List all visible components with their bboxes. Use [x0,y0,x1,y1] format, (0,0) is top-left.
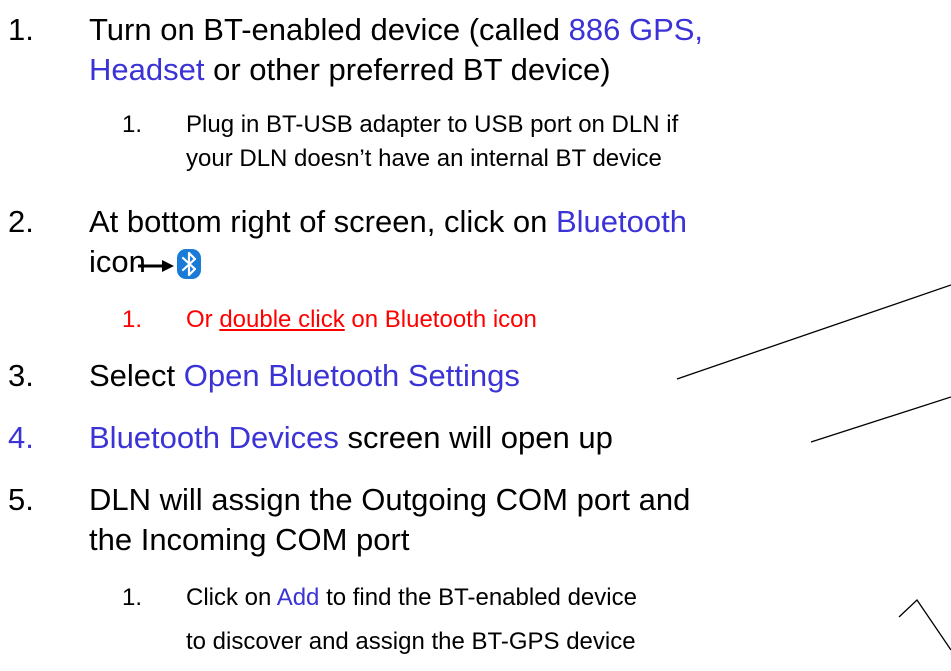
callout-line-add [898,599,951,651]
callout-lines [676,284,951,651]
callout-line-devices [810,396,951,443]
callout-line-settings [676,284,951,380]
